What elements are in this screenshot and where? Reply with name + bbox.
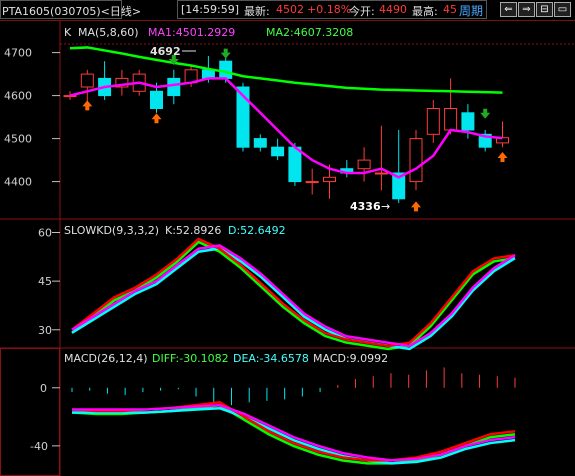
macd-histogram: [71, 367, 516, 406]
candle-body: [374, 172, 388, 175]
macd-y-ticks: 0 -40: [30, 382, 60, 453]
main-y-ticks: 4700 4600 4500 4400: [4, 47, 60, 189]
low-annotation-arrow: →: [381, 200, 390, 213]
kd-y-ticks: 60 45 30: [38, 226, 60, 337]
kd-k-value: K:52.8926: [165, 224, 221, 237]
candles-group: [63, 56, 509, 204]
kline-chart[interactable]: 4700 4600 4500 4400 60 45 30 0 -40 K MA(5,8,60…: [0, 20, 575, 476]
buy-arrow-icon: [82, 100, 93, 111]
sell-arrow-icon: [220, 48, 231, 59]
kd-d-value: D:52.6492: [228, 224, 286, 237]
candle-body: [253, 138, 267, 148]
candle-body: [150, 90, 163, 110]
high-annotation: 4692: [150, 45, 181, 58]
symbol-label: PTA1605(030705)<日线>: [2, 5, 142, 18]
candle-body: [219, 60, 233, 79]
latest-label: 最新:: [244, 5, 270, 18]
time-label: [14:59:59]: [181, 3, 239, 16]
macd-tick-label: -40: [30, 440, 48, 453]
kd-d-line: [71, 244, 516, 348]
candle-body: [201, 69, 215, 79]
ma-label: MA(5,8,60): [78, 26, 139, 39]
candle-body: [409, 138, 423, 183]
main-tick-label: 4700: [4, 47, 32, 60]
macd-axis-frame: [0, 348, 60, 476]
buy-arrow-icon: [497, 151, 508, 162]
buy-arrow-icon: [411, 201, 421, 212]
title-bar: PTA1605(030705)<日线> [14:59:59] 最新: 4502 …: [0, 0, 575, 21]
candle-body: [288, 146, 302, 183]
buy-arrow-icon: [151, 113, 162, 124]
signal-arrows: [82, 48, 508, 212]
candle-body: [357, 159, 371, 170]
period-button[interactable]: 周期: [459, 2, 483, 19]
change-percent: +0.18%: [307, 3, 352, 16]
candle-body: [426, 108, 440, 135]
zoom-out-button[interactable]: ⊟: [536, 2, 553, 17]
kd-tick-label: 30: [38, 324, 52, 337]
low-annotation: 4336: [350, 200, 381, 213]
candle-body: [80, 73, 94, 88]
kd-tick-label: 45: [38, 275, 52, 288]
high-label: 最高:: [412, 5, 438, 18]
candle-body: [271, 146, 285, 157]
scroll-right-button[interactable]: ⇒: [518, 2, 535, 17]
kd-k-line-lower: [71, 240, 516, 351]
macd-hist-value: MACD:9.0992: [313, 352, 388, 365]
candle-body: [323, 176, 336, 183]
latest-value: 4502: [276, 3, 304, 16]
candle-body: [167, 77, 181, 97]
sell-arrow-icon: [480, 108, 491, 119]
main-tick-label: 4400: [4, 176, 32, 189]
main-tick-label: 4500: [4, 133, 32, 146]
macd-diff-value: DIFF:-30.1082: [152, 352, 229, 365]
ma1-value: MA1:4501.2929: [148, 26, 235, 39]
macd-tick-label: 0: [40, 382, 47, 395]
macd-title: MACD(26,12,4): [64, 352, 148, 365]
window-button[interactable]: ▭: [554, 2, 571, 17]
kd-title: SLOWKD(9,3,3,2): [64, 224, 159, 237]
main-tick-label: 4600: [4, 90, 32, 103]
macd-dea-value: DEA:-34.6578: [233, 352, 309, 365]
open-value: 4490: [379, 3, 407, 16]
ma2-value: MA2:4607.3208: [266, 26, 353, 39]
candle-body: [305, 181, 319, 184]
scroll-left-button[interactable]: ⇐: [500, 2, 517, 17]
candle-body: [461, 112, 475, 131]
k-label: K: [64, 26, 72, 39]
candle-body: [444, 108, 458, 131]
open-label: 今开:: [349, 5, 375, 18]
high-value: 45: [443, 3, 457, 16]
kd-tick-label: 60: [38, 226, 52, 239]
kd-d-line-lower: [71, 247, 516, 351]
